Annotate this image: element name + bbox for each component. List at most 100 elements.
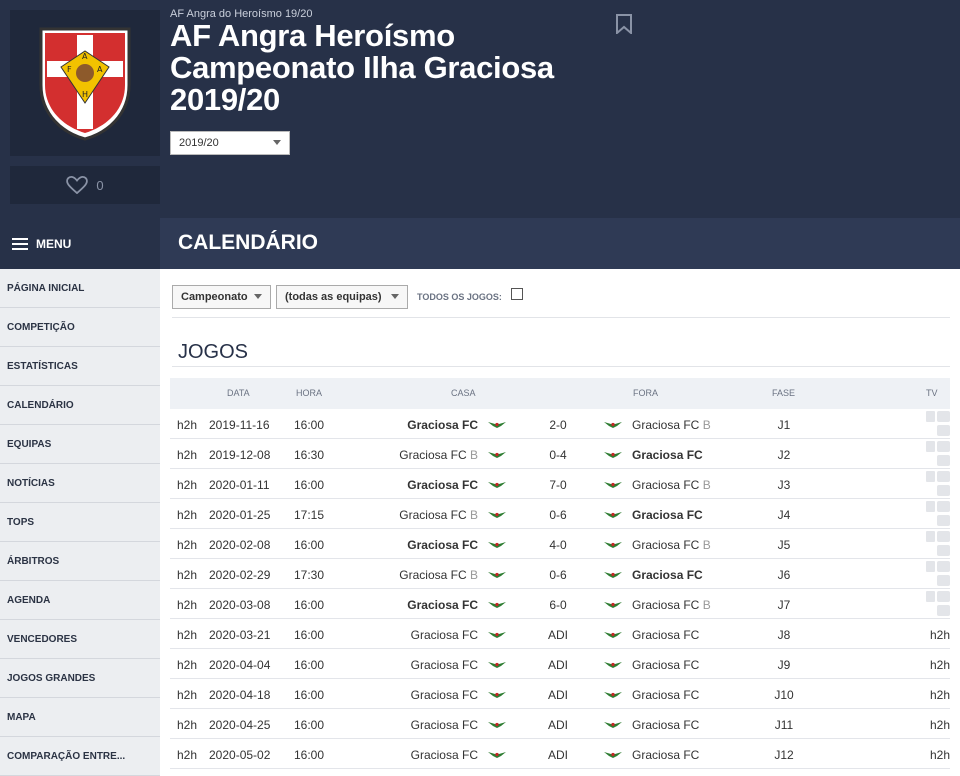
sidebar-item[interactable]: ÁRBITROS bbox=[0, 542, 160, 581]
competition-select[interactable]: Campeonato bbox=[172, 285, 271, 309]
menu-toggle[interactable]: MENU bbox=[0, 218, 160, 269]
home-team-name: Graciosa FC bbox=[407, 418, 478, 432]
sidebar-item[interactable]: CALENDÁRIO bbox=[0, 386, 160, 425]
match-score[interactable]: 7-0 bbox=[546, 478, 570, 492]
home-team[interactable]: Graciosa FC bbox=[411, 748, 478, 762]
match-phase[interactable]: J5 bbox=[764, 538, 804, 552]
sidebar-item[interactable]: PÁGINA INICIAL bbox=[0, 269, 160, 308]
match-phase[interactable]: J4 bbox=[764, 508, 804, 522]
home-team[interactable]: Graciosa FC bbox=[411, 628, 478, 642]
match-phase[interactable]: J8 bbox=[764, 628, 804, 642]
away-team[interactable]: Graciosa FC B bbox=[632, 598, 711, 612]
table-row[interactable]: h2h 2020-04-04 16:00 Graciosa FC ADI Graciosa… bbox=[170, 649, 950, 679]
h2h-link[interactable]: h2h bbox=[177, 718, 197, 732]
match-score[interactable]: ADI bbox=[546, 748, 570, 762]
home-team[interactable]: Graciosa FC B bbox=[399, 448, 478, 462]
h2h-link[interactable]: h2h bbox=[177, 568, 197, 582]
match-phase[interactable]: J1 bbox=[764, 418, 804, 432]
away-team[interactable]: Graciosa FC bbox=[632, 658, 699, 672]
table-row[interactable]: h2h 2020-02-08 16:00 Graciosa FC 4-0 Graciosa… bbox=[170, 529, 950, 559]
table-row[interactable]: h2h 2019-12-08 16:30 Graciosa FC B 0-4 Gracio… bbox=[170, 439, 950, 469]
sidebar-item[interactable]: ESTATÍSTICAS bbox=[0, 347, 160, 386]
match-score[interactable]: 4-0 bbox=[546, 538, 570, 552]
table-row[interactable]: h2h 2020-01-25 17:15 Graciosa FC B 0-6 Gracio… bbox=[170, 499, 950, 529]
away-team[interactable]: Graciosa FC bbox=[632, 568, 703, 582]
match-phase[interactable]: J11 bbox=[764, 718, 804, 732]
match-score[interactable]: ADI bbox=[546, 628, 570, 642]
match-score[interactable]: 6-0 bbox=[546, 598, 570, 612]
h2h-link[interactable]: h2h bbox=[177, 478, 197, 492]
sidebar-item[interactable]: TOPS bbox=[0, 503, 160, 542]
home-team[interactable]: Graciosa FC bbox=[407, 418, 478, 432]
h2h-link[interactable]: h2h bbox=[177, 658, 197, 672]
match-phase[interactable]: J9 bbox=[764, 658, 804, 672]
all-games-checkbox[interactable] bbox=[510, 288, 523, 300]
table-row[interactable]: h2h 2020-04-25 16:00 Graciosa FC ADI Graciosa… bbox=[170, 709, 950, 739]
h2h-link[interactable]: h2h bbox=[177, 748, 197, 762]
match-score[interactable]: ADI bbox=[546, 718, 570, 732]
home-team[interactable]: Graciosa FC B bbox=[399, 568, 478, 582]
sidebar-item[interactable]: EQUIPAS bbox=[0, 425, 160, 464]
home-team[interactable]: Graciosa FC bbox=[411, 658, 478, 672]
table-row[interactable]: h2h 2020-03-08 16:00 Graciosa FC 6-0 Graciosa… bbox=[170, 589, 950, 619]
home-team[interactable]: Graciosa FC bbox=[407, 538, 478, 552]
h2h-link[interactable]: h2h bbox=[177, 538, 197, 552]
away-team[interactable]: Graciosa FC bbox=[632, 688, 699, 702]
sidebar-item[interactable]: AGENDA bbox=[0, 581, 160, 620]
table-row[interactable]: h2h 2020-01-11 16:00 Graciosa FC 7-0 Graciosa… bbox=[170, 469, 950, 499]
tv-h2h-link[interactable]: h2h bbox=[930, 658, 950, 672]
home-team[interactable]: Graciosa FC bbox=[411, 688, 478, 702]
home-team[interactable]: Graciosa FC B bbox=[399, 508, 478, 522]
sidebar-item[interactable]: MAPA bbox=[0, 698, 160, 737]
away-team[interactable]: Graciosa FC B bbox=[632, 418, 711, 432]
match-phase[interactable]: J3 bbox=[764, 478, 804, 492]
away-team[interactable]: Graciosa FC B bbox=[632, 478, 711, 492]
match-score[interactable]: ADI bbox=[546, 658, 570, 672]
table-row[interactable]: h2h 2020-04-18 16:00 Graciosa FC ADI Graciosa… bbox=[170, 679, 950, 709]
tv-h2h-link[interactable]: h2h bbox=[930, 688, 950, 702]
h2h-link[interactable]: h2h bbox=[177, 508, 197, 522]
home-team[interactable]: Graciosa FC bbox=[407, 478, 478, 492]
match-phase[interactable]: J2 bbox=[764, 448, 804, 462]
match-score[interactable]: ADI bbox=[546, 688, 570, 702]
match-score[interactable]: 0-6 bbox=[546, 568, 570, 582]
sidebar-item[interactable]: JOGOS GRANDES bbox=[0, 659, 160, 698]
away-team[interactable]: Graciosa FC bbox=[632, 508, 703, 522]
h2h-link[interactable]: h2h bbox=[177, 688, 197, 702]
tv-h2h-link[interactable]: h2h bbox=[930, 718, 950, 732]
h2h-link[interactable]: h2h bbox=[177, 418, 197, 432]
match-score[interactable]: 2-0 bbox=[546, 418, 570, 432]
sidebar-item[interactable]: NOTÍCIAS bbox=[0, 464, 160, 503]
h2h-link[interactable]: h2h bbox=[177, 448, 197, 462]
match-phase[interactable]: J6 bbox=[764, 568, 804, 582]
match-score[interactable]: 0-4 bbox=[546, 448, 570, 462]
match-phase[interactable]: J7 bbox=[764, 598, 804, 612]
match-phase[interactable]: J12 bbox=[764, 748, 804, 762]
match-score[interactable]: 0-6 bbox=[546, 508, 570, 522]
table-row[interactable]: h2h 2020-03-21 16:00 Graciosa FC ADI Graciosa… bbox=[170, 619, 950, 649]
sidebar-item[interactable]: VENCEDORES bbox=[0, 620, 160, 659]
home-team[interactable]: Graciosa FC bbox=[411, 718, 478, 732]
away-team[interactable]: Graciosa FC bbox=[632, 448, 703, 462]
sidebar-item[interactable]: COMPETIÇÃO bbox=[0, 308, 160, 347]
away-team[interactable]: Graciosa FC B bbox=[632, 538, 711, 552]
bookmark-icon[interactable] bbox=[615, 14, 633, 39]
table-row[interactable]: h2h 2020-05-02 16:00 Graciosa FC ADI Graciosa… bbox=[170, 739, 950, 769]
tv-h2h-link[interactable]: h2h bbox=[930, 628, 950, 642]
away-team[interactable]: Graciosa FC bbox=[632, 718, 699, 732]
season-select[interactable]: 2019/20 bbox=[170, 131, 290, 155]
favorite-button[interactable]: 0 bbox=[10, 166, 160, 204]
table-row[interactable]: h2h 2019-11-16 16:00 Graciosa FC 2-0 Graciosa… bbox=[170, 409, 950, 439]
tv-h2h-link[interactable]: h2h bbox=[930, 748, 950, 762]
away-team[interactable]: Graciosa FC bbox=[632, 628, 699, 642]
table-row[interactable]: h2h 2020-02-29 17:30 Graciosa FC B 0-6 Gracio… bbox=[170, 559, 950, 589]
teams-select[interactable]: (todas as equipas) bbox=[276, 285, 408, 309]
away-team[interactable]: Graciosa FC bbox=[632, 748, 699, 762]
all-games-label: TODOS OS JOGOS: bbox=[417, 292, 502, 302]
home-team[interactable]: Graciosa FC bbox=[407, 598, 478, 612]
sidebar-item[interactable]: COMPARAÇÃO ENTRE... bbox=[0, 737, 160, 776]
h2h-link[interactable]: h2h bbox=[177, 628, 197, 642]
h2h-link[interactable]: h2h bbox=[177, 598, 197, 612]
match-phase[interactable]: J10 bbox=[764, 688, 804, 702]
camera-icon bbox=[937, 561, 950, 572]
